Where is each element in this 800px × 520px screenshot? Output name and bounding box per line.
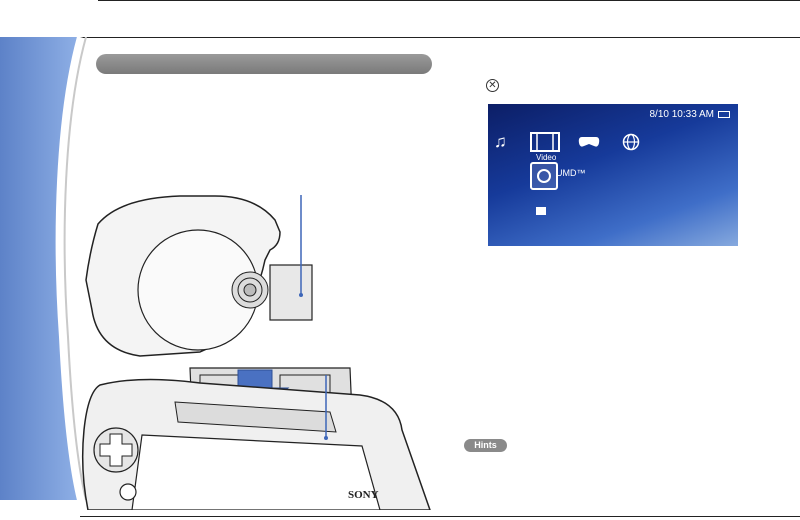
- memory-stick-icon: [536, 207, 546, 215]
- network-icon: [622, 133, 640, 151]
- battery-icon: [718, 110, 730, 118]
- umd-window: [269, 264, 313, 321]
- sony-logo: SONY: [348, 489, 379, 501]
- d-pad: [93, 427, 139, 473]
- music-icon: ♫: [494, 132, 507, 151]
- bottom-rule: [80, 516, 800, 517]
- xmb-screen: 8/10 10:33 AM ♫ Video UMD™: [488, 104, 738, 246]
- analog-stick: [119, 483, 137, 501]
- hints-badge: Hints: [464, 439, 507, 452]
- psp-screen: [131, 434, 381, 510]
- umd-icon[interactable]: [530, 162, 558, 190]
- umd-insertion-illustration: SONY: [81, 195, 431, 510]
- game-icon: [578, 137, 600, 147]
- header-rule: [0, 37, 800, 38]
- top-rule: [98, 0, 800, 1]
- section-heading-bar: [96, 54, 432, 74]
- category-label: Video: [536, 153, 557, 162]
- video-icon: [530, 132, 560, 152]
- umd-item-label: UMD™: [556, 168, 586, 178]
- status-clock: 8/10 10:33 AM: [650, 109, 730, 120]
- circle-button-icon: ✕: [486, 79, 499, 92]
- sidebar-tab: [0, 37, 87, 500]
